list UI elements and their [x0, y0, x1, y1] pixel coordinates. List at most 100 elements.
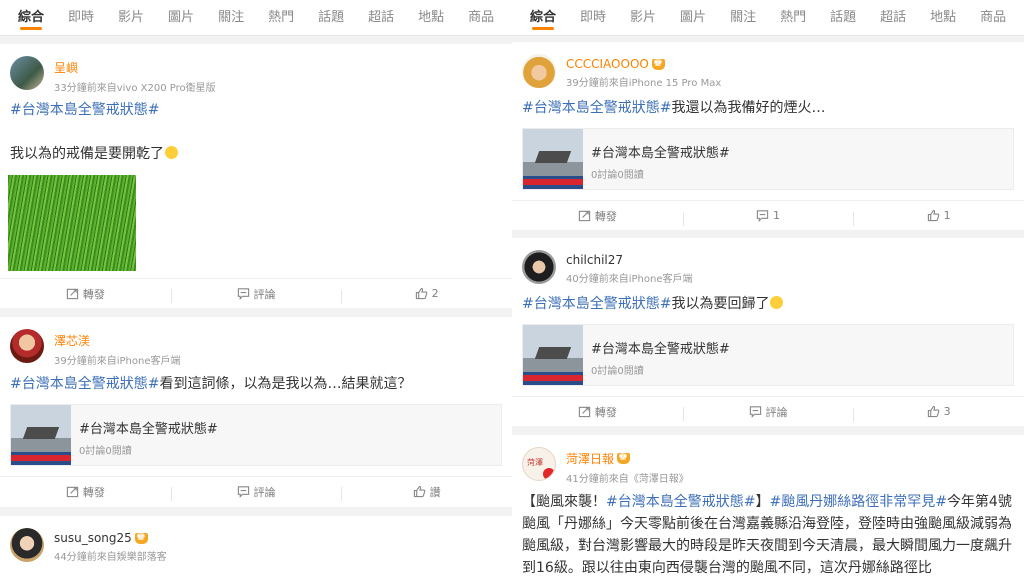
post-actions: 轉發 評論 讚: [0, 476, 512, 506]
post-card: susu_song25 44分鐘前來自娛樂部落客: [0, 516, 512, 576]
repost-label: 轉發: [594, 209, 617, 223]
username[interactable]: 澤芯渼: [54, 332, 180, 349]
tab-video[interactable]: 影片: [630, 0, 656, 36]
avatar[interactable]: [522, 54, 556, 88]
comment-button[interactable]: 評論: [170, 484, 342, 501]
username-row: 菏澤日報: [566, 450, 689, 467]
username-row: susu_song25: [54, 530, 167, 545]
post-header: susu_song25 44分鐘前來自娛樂部落客: [10, 528, 167, 563]
repost-icon: [578, 406, 590, 418]
tab-topics[interactable]: 話題: [318, 0, 344, 36]
topic-link-card[interactable]: #台灣本島全警戒狀態# 0討論0閱讀: [522, 128, 1014, 190]
tab-topics[interactable]: 話題: [830, 0, 856, 36]
post-card: chilchil27 40分鐘前來自iPhone客戶端 #台灣本島全警戒狀態#我…: [512, 238, 1024, 426]
post-source: 33分鐘前來自vivo X200 Pro衛星版: [54, 83, 216, 94]
topic-link-card[interactable]: #台灣本島全警戒狀態# 0討論0閱讀: [522, 324, 1014, 386]
like-button[interactable]: 2: [341, 287, 512, 304]
topic-link-card[interactable]: #台灣本島全警戒狀態# 0討論0閱讀: [10, 404, 502, 466]
tab-images[interactable]: 圖片: [680, 0, 706, 36]
post-body: 我以為的戒備是要開乾了: [10, 143, 502, 165]
comment-icon: [237, 288, 249, 300]
hashtag-link[interactable]: #台灣本島全警戒狀態#: [522, 100, 671, 116]
post-actions: 轉發 評論 3: [512, 396, 1024, 426]
thumbs-up-icon: [413, 485, 425, 498]
right-feed: 綜合 即時 影片 圖片 關注 熱門 話題 超話 地點 商品 CCCCIAOOOO…: [512, 0, 1024, 576]
avatar[interactable]: [522, 250, 556, 284]
post-text: #台灣本島全警戒狀態#: [10, 99, 502, 121]
repost-button[interactable]: 轉發: [0, 286, 171, 302]
tab-supertopics[interactable]: 超話: [880, 0, 906, 36]
hashtag-link[interactable]: #台灣本島全警戒狀態#: [606, 494, 755, 510]
hashtag-link[interactable]: #台灣本島全警戒狀態#: [10, 376, 159, 392]
tab-video[interactable]: 影片: [118, 0, 144, 36]
username[interactable]: chilchil27: [566, 253, 692, 267]
thumbs-up-icon: [927, 209, 939, 222]
post-header: CCCCIAOOOO 39分鐘前來自iPhone 15 Pro Max: [522, 54, 721, 89]
tab-supertopics[interactable]: 超話: [368, 0, 394, 36]
post-source: 44分鐘前來自娛樂部落客: [54, 552, 167, 563]
topic-thumbnail: [11, 405, 71, 465]
tab-places[interactable]: 地點: [418, 0, 444, 36]
tab-following[interactable]: 關注: [218, 0, 244, 36]
filter-tabs: 綜合 即時 影片 圖片 關注 熱門 話題 超話 地點 商品: [512, 0, 1024, 36]
tab-comprehensive[interactable]: 綜合: [18, 0, 44, 36]
post-header: chilchil27 40分鐘前來自iPhone客戶端: [522, 250, 692, 285]
post-source: 39分鐘前來自iPhone客戶端: [54, 356, 181, 367]
hashtag-link[interactable]: #台灣本島全警戒狀態#: [522, 296, 671, 312]
avatar[interactable]: [10, 329, 44, 363]
crown-badge-icon: [134, 530, 148, 544]
comment-button[interactable]: 1: [682, 209, 854, 226]
like-label: 讚: [429, 485, 441, 499]
tab-following[interactable]: 關注: [730, 0, 756, 36]
username[interactable]: 菏澤日報: [566, 450, 614, 467]
tab-products[interactable]: 商品: [980, 0, 1006, 36]
tab-places[interactable]: 地點: [930, 0, 956, 36]
comment-button[interactable]: 評論: [170, 286, 342, 303]
hashtag-link[interactable]: #台灣本島全警戒狀態#: [10, 102, 159, 118]
like-button[interactable]: 3: [853, 405, 1024, 422]
post-text: #台灣本島全警戒狀態#我還以為我備好的煙火…: [522, 97, 1014, 119]
comment-icon: [756, 210, 769, 222]
repost-icon: [578, 210, 590, 222]
hashtag-link[interactable]: #颱風丹娜絲路徑非常罕見#: [769, 494, 946, 510]
post-photo-rice-field[interactable]: [8, 175, 136, 271]
like-button[interactable]: 讚: [341, 484, 512, 501]
like-button[interactable]: 1: [853, 209, 1024, 226]
comment-icon: [237, 486, 249, 498]
tab-realtime[interactable]: 即時: [580, 0, 606, 36]
comment-button[interactable]: 評論: [682, 404, 854, 421]
crown-badge-icon: [651, 56, 665, 70]
post-body-text: 我以為的戒備是要開乾了: [10, 146, 164, 162]
post-card: 澤芯渼 39分鐘前來自iPhone客戶端 #台灣本島全警戒狀態#看到這詞條，以為…: [0, 317, 512, 507]
topic-card-title: #台灣本島全警戒狀態#: [79, 422, 218, 437]
repost-button[interactable]: 轉發: [512, 208, 683, 224]
post-header: 澤芯渼 39分鐘前來自iPhone客戶端: [10, 329, 180, 367]
tab-images[interactable]: 圖片: [168, 0, 194, 36]
post-source: 39分鐘前來自iPhone 15 Pro Max: [566, 78, 722, 89]
avatar[interactable]: [10, 528, 44, 562]
left-feed: 綜合 即時 影片 圖片 關注 熱門 話題 超話 地點 商品 呈嶼 33分鐘前來自…: [0, 0, 512, 576]
post-text-segment: 【颱風來襲！: [522, 494, 606, 510]
username[interactable]: CCCCIAOOOO: [566, 57, 649, 71]
post-body-text: 看到這詞條，以為是我以為…結果就這？: [159, 376, 412, 392]
comment-label: 評論: [253, 485, 276, 499]
avatar[interactable]: [10, 56, 44, 90]
repost-button[interactable]: 轉發: [512, 404, 683, 420]
tab-hot[interactable]: 熱門: [268, 0, 294, 36]
post-body-text: 我以為要回歸了: [671, 296, 770, 312]
tab-realtime[interactable]: 即時: [68, 0, 94, 36]
username[interactable]: susu_song25: [54, 531, 132, 545]
username[interactable]: 呈嶼: [54, 59, 216, 76]
laughing-emoji-icon: [165, 146, 178, 159]
tab-products[interactable]: 商品: [468, 0, 494, 36]
topic-thumbnail: [523, 129, 583, 189]
topic-card-title: #台灣本島全警戒狀態#: [591, 342, 730, 357]
avatar[interactable]: 菏澤: [522, 447, 556, 481]
tab-hot[interactable]: 熱門: [780, 0, 806, 36]
comment-label: 評論: [765, 405, 788, 419]
like-count: 1: [943, 209, 951, 222]
username-row: CCCCIAOOOO: [566, 56, 721, 71]
repost-button[interactable]: 轉發: [0, 484, 171, 500]
post-source: 41分鐘前來自《菏澤日報》: [566, 474, 689, 485]
tab-comprehensive[interactable]: 綜合: [530, 0, 556, 36]
